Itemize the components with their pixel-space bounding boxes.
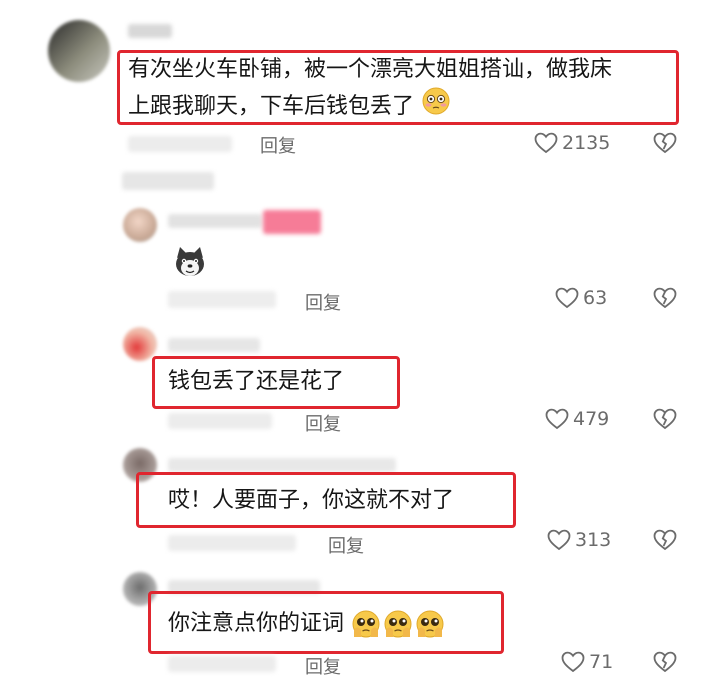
heart-icon bbox=[561, 651, 585, 673]
broken-heart-icon bbox=[653, 529, 677, 551]
timestamp-blurred bbox=[168, 413, 272, 429]
timestamp-blurred bbox=[128, 136, 232, 152]
broken-heart-icon bbox=[653, 408, 677, 430]
flushed-face-icon bbox=[421, 86, 451, 128]
comment-text-line-2: 上跟我聊天，下车后钱包丢了 bbox=[128, 86, 451, 128]
avatar[interactable] bbox=[123, 327, 157, 361]
username-blurred[interactable] bbox=[128, 24, 172, 38]
timestamp-blurred bbox=[168, 291, 276, 308]
broken-heart-icon bbox=[653, 132, 677, 154]
broken-heart-icon bbox=[653, 287, 677, 309]
dog-face-sticker-icon bbox=[172, 244, 208, 284]
comment-text: 钱包丢了还是花了 bbox=[168, 369, 345, 394]
reply-button[interactable]: 回复 bbox=[260, 132, 296, 158]
heart-icon bbox=[547, 529, 571, 551]
reply-button[interactable]: 回复 bbox=[305, 653, 341, 679]
username-blurred[interactable] bbox=[168, 214, 262, 228]
avatar[interactable] bbox=[48, 20, 110, 82]
dislike-button[interactable] bbox=[653, 529, 677, 551]
comment-text-line-1: 有次坐火车卧铺，被一个漂亮大姐姐搭讪，做我床 bbox=[128, 57, 613, 82]
like-count: 63 bbox=[583, 287, 608, 309]
dislike-button[interactable] bbox=[653, 132, 677, 154]
like-button[interactable]: 2135 bbox=[534, 132, 610, 154]
like-button[interactable]: 71 bbox=[561, 651, 613, 673]
broken-heart-icon bbox=[653, 651, 677, 673]
like-count: 2135 bbox=[562, 132, 611, 154]
dislike-button[interactable] bbox=[653, 287, 677, 309]
like-count: 71 bbox=[589, 651, 614, 673]
like-count: 479 bbox=[573, 408, 610, 430]
author-badge-blurred bbox=[263, 210, 321, 234]
expand-replies-blurred[interactable] bbox=[122, 172, 214, 190]
reply-button[interactable]: 回复 bbox=[328, 532, 364, 558]
username-blurred[interactable] bbox=[168, 458, 396, 472]
timestamp-blurred bbox=[168, 656, 276, 672]
reply-button[interactable]: 回复 bbox=[305, 289, 341, 315]
timestamp-blurred bbox=[168, 535, 296, 551]
dislike-button[interactable] bbox=[653, 651, 677, 673]
username-blurred[interactable] bbox=[168, 338, 260, 352]
like-button[interactable]: 63 bbox=[555, 287, 607, 309]
like-button[interactable]: 479 bbox=[545, 408, 609, 430]
dislike-button[interactable] bbox=[653, 408, 677, 430]
comment-text: 你注意点你的证词 bbox=[168, 606, 445, 642]
comment-text: 哎！人要面子，你这就不对了 bbox=[168, 488, 455, 513]
like-button[interactable]: 313 bbox=[547, 529, 611, 551]
heart-icon bbox=[545, 408, 569, 430]
reply-button[interactable]: 回复 bbox=[305, 410, 341, 436]
heart-icon bbox=[555, 287, 579, 309]
pleading-face-icon bbox=[351, 609, 445, 639]
like-count: 313 bbox=[575, 529, 612, 551]
avatar[interactable] bbox=[123, 208, 157, 242]
heart-icon bbox=[534, 132, 558, 154]
